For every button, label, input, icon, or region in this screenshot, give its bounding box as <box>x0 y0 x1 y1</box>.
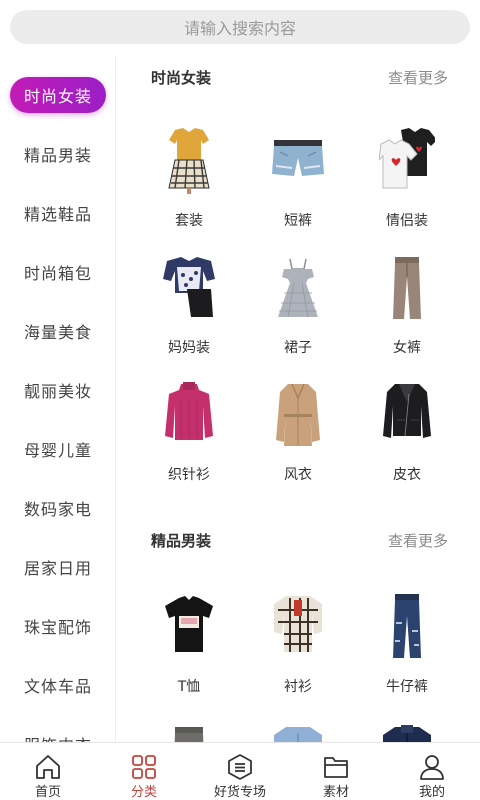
search-bar: 请输入搜索内容 <box>0 0 480 56</box>
mom-outfit-icon <box>163 257 215 317</box>
grid-item-dress[interactable]: 裙子 <box>248 253 348 373</box>
grid-item-label: 裙子 <box>284 340 312 356</box>
tab-category[interactable]: 分类 <box>96 743 192 800</box>
grid-item-label: 皮衣 <box>393 467 421 483</box>
sidebar-item-food[interactable]: 海量美食 <box>0 311 115 351</box>
grid-item-jeans[interactable]: 牛仔裤 <box>357 592 457 712</box>
sidebar-item-home[interactable]: 居家日用 <box>0 547 115 587</box>
trench-coat-icon <box>276 383 320 446</box>
view-more-link[interactable]: 查看更多 <box>388 67 448 88</box>
grid-item-label: T恤 <box>177 679 201 695</box>
couple-shirts-icon <box>379 128 435 189</box>
section-header: 时尚女装 查看更多 <box>117 62 480 92</box>
grid-item-denim-jacket[interactable] <box>248 719 348 742</box>
sidebar-item-beauty[interactable]: 靓丽美妆 <box>0 370 115 410</box>
sidebar-item-jewelry[interactable]: 珠宝配饰 <box>0 606 115 646</box>
leather-jacket-icon <box>383 384 431 438</box>
tab-label: 我的 <box>418 785 445 800</box>
user-icon <box>420 755 444 780</box>
tab-good-deals[interactable]: 好货专场 <box>192 743 288 800</box>
sidebar-item-women-fashion[interactable]: 时尚女装 <box>0 75 115 115</box>
grid-item-label: 风衣 <box>284 467 312 483</box>
section-title: 精品男装 <box>151 532 212 550</box>
tab-materials[interactable]: 素材 <box>288 743 384 800</box>
sidebar-item-label: 文体车品 <box>23 677 92 696</box>
tab-label: 首页 <box>34 785 61 800</box>
jeans-icon <box>393 594 421 658</box>
sidebar-item-label: 精选鞋品 <box>23 205 92 224</box>
grid-item-couple-shirts[interactable]: 情侣装 <box>357 126 457 246</box>
sidebar-item-bags[interactable]: 时尚箱包 <box>0 252 115 292</box>
dress-icon <box>278 258 318 318</box>
tab-label: 素材 <box>322 785 349 800</box>
category-content: 时尚女装 查看更多 套装 短裤 情侣装 妈妈装 裙子 女裤 织针衫 风衣 皮衣 … <box>117 56 480 742</box>
grid-item-leather-jacket[interactable]: 皮衣 <box>357 380 457 500</box>
denim-jacket-icon <box>274 727 322 742</box>
sidebar-item-label: 数码家电 <box>23 500 92 519</box>
category-grid-icon <box>132 755 156 779</box>
sidebar-item-label: 母婴儿童 <box>23 441 92 460</box>
section-header: 精品男装 查看更多 <box>117 525 480 555</box>
sidebar-item-shoes[interactable]: 精选鞋品 <box>0 193 115 233</box>
sidebar-item-sports-auto[interactable]: 文体车品 <box>0 665 115 705</box>
grid-item-sweater[interactable]: 织针衫 <box>139 380 239 500</box>
category-sidebar: 时尚女装 精品男装 精选鞋品 时尚箱包 海量美食 靓丽美妆 母婴儿童 数码家电 … <box>0 56 116 742</box>
grid-item-shorts[interactable]: 短裤 <box>248 126 348 246</box>
bottom-tab-bar: 首页 分类 好货专场 素材 我的 <box>0 742 480 800</box>
sidebar-item-electronics[interactable]: 数码家电 <box>0 488 115 528</box>
grid-item-label: 套装 <box>175 213 203 229</box>
sidebar-item-underwear[interactable]: 服饰内衣 <box>0 724 115 742</box>
sidebar-item-label: 靓丽美妆 <box>23 382 92 401</box>
grid-item-mom-outfit[interactable]: 妈妈装 <box>139 253 239 373</box>
folder-icon <box>324 757 348 778</box>
sidebar-item-label: 居家日用 <box>23 559 92 578</box>
grid-item-plaid-shirt[interactable]: 衬衫 <box>248 592 348 712</box>
grid-item-label: 牛仔裤 <box>386 679 428 695</box>
grid-item-trench-coat[interactable]: 风衣 <box>248 380 348 500</box>
tab-label: 分类 <box>130 785 157 800</box>
sidebar-item-label: 精品男装 <box>23 146 92 165</box>
view-more-link[interactable]: 查看更多 <box>388 530 448 551</box>
home-icon <box>36 755 60 779</box>
puffer-jacket-icon <box>383 725 431 742</box>
cargo-pants-icon <box>174 727 204 742</box>
grid-item-cargo-pants[interactable] <box>139 719 239 742</box>
sidebar-item-label: 海量美食 <box>23 323 92 342</box>
grid-item-label: 衬衫 <box>284 679 312 695</box>
sidebar-item-men-fashion[interactable]: 精品男装 <box>0 134 115 174</box>
grid-item-tshirt[interactable]: T恤 <box>139 592 239 712</box>
grid-item-trousers[interactable]: 女裤 <box>357 253 457 373</box>
tab-mine[interactable]: 我的 <box>384 743 480 800</box>
tab-home[interactable]: 首页 <box>0 743 96 800</box>
search-input[interactable]: 请输入搜索内容 <box>10 10 470 44</box>
app: 请输入搜索内容 时尚女装 精品男装 精选鞋品 时尚箱包 海量美食 靓丽美妆 母婴… <box>0 0 480 800</box>
tab-label: 好货专场 <box>213 785 266 800</box>
sidebar-item-label: 服饰内衣 <box>24 732 92 742</box>
search-placeholder: 请输入搜索内容 <box>183 19 296 38</box>
grid-item-label: 织针衫 <box>168 467 210 483</box>
sidebar-item-baby-kids[interactable]: 母婴儿童 <box>0 429 115 469</box>
shorts-icon <box>272 140 324 176</box>
plaid-shirt-icon <box>274 596 322 652</box>
sweater-icon <box>165 382 213 440</box>
menu-hexagon-icon <box>228 754 252 780</box>
grid-item-label: 妈妈装 <box>168 340 210 356</box>
trousers-icon <box>393 257 421 319</box>
grid-item-label: 情侣装 <box>386 213 428 229</box>
tshirt-icon <box>165 596 213 652</box>
sidebar-item-label: 珠宝配饰 <box>23 618 92 637</box>
outfit-icon <box>168 128 210 194</box>
sidebar-item-label: 时尚女装 <box>10 77 106 113</box>
sidebar-item-label: 时尚箱包 <box>23 264 92 283</box>
grid-item-label: 女裤 <box>393 340 421 356</box>
section-title: 时尚女装 <box>151 69 212 87</box>
grid-item-label: 短裤 <box>284 213 312 229</box>
grid-item-puffer-jacket[interactable] <box>357 719 457 742</box>
grid-item-outfit[interactable]: 套装 <box>139 126 239 246</box>
